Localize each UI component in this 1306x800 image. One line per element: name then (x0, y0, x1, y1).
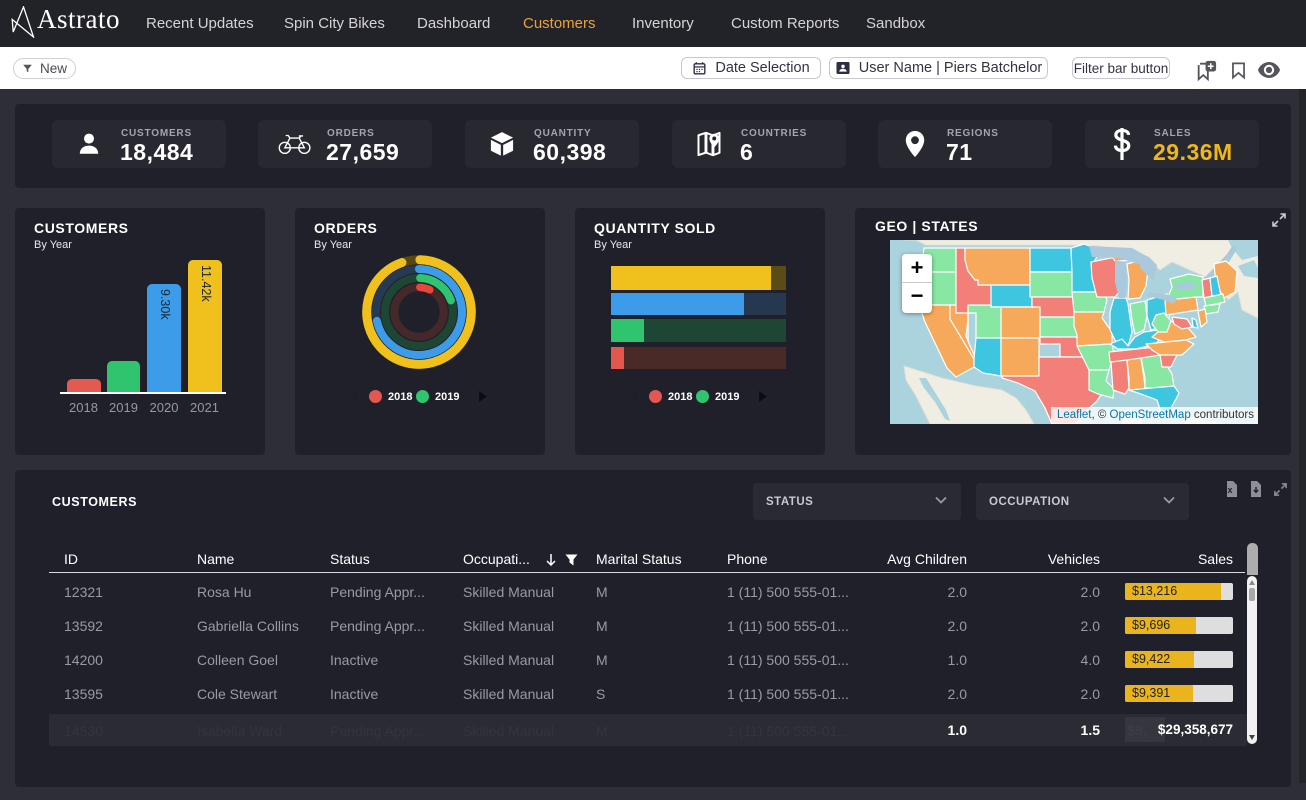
svg-text:x: x (1227, 485, 1232, 495)
